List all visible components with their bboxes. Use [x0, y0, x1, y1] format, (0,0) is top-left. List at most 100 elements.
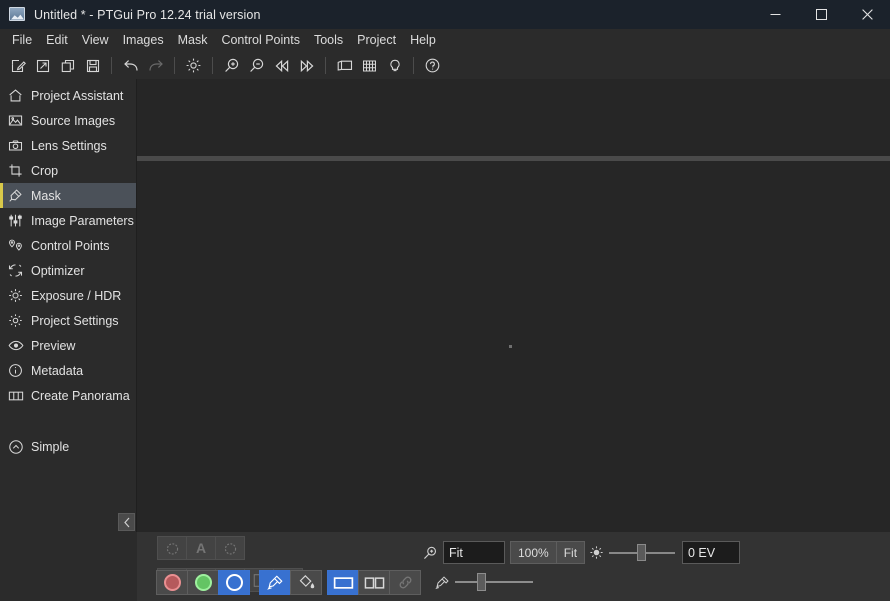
gear-icon: [7, 312, 24, 329]
toolbar-separator: [413, 57, 414, 74]
mask-history-group: A: [157, 536, 245, 560]
brush-size-icon: [433, 573, 451, 591]
bottom-panel: A: [0, 532, 890, 601]
light-bulb-icon[interactable]: [382, 53, 407, 78]
canvas-cursor-dot: [509, 345, 512, 348]
save-icon[interactable]: [80, 53, 105, 78]
white-ring-icon: [226, 574, 243, 591]
settings-gear-icon[interactable]: [181, 53, 206, 78]
panorama-editor-icon[interactable]: [332, 53, 357, 78]
redo-icon[interactable]: [143, 53, 168, 78]
menu-tools[interactable]: Tools: [307, 30, 350, 51]
mask-green-button[interactable]: [187, 570, 219, 595]
mask-none-button[interactable]: [218, 570, 250, 595]
zoom-controls: 100% Fit: [420, 541, 585, 564]
menu-edit[interactable]: Edit: [39, 30, 75, 51]
mask-tools-panel: A: [137, 532, 890, 601]
title-bar: Untitled * - PTGui Pro 12.24 trial versi…: [0, 0, 890, 29]
menu-mask[interactable]: Mask: [171, 30, 215, 51]
help-icon[interactable]: [420, 53, 445, 78]
zoom-input[interactable]: [443, 541, 505, 564]
brush-size-control: [433, 571, 533, 593]
sidebar-item-metadata[interactable]: Metadata: [0, 358, 137, 383]
menu-file[interactable]: File: [5, 30, 39, 51]
fill-tool-button[interactable]: [290, 570, 322, 595]
auto-button[interactable]: A: [186, 536, 216, 560]
panorama-icon: [7, 387, 24, 404]
next-image-icon[interactable]: [294, 53, 319, 78]
sidebar-item-mode-simple[interactable]: Simple: [0, 434, 137, 459]
open-project-icon[interactable]: [30, 53, 55, 78]
sidebar-item-project-settings[interactable]: Project Settings: [0, 308, 137, 333]
single-view-button[interactable]: [327, 570, 359, 595]
sidebar-item-control-points[interactable]: Control Points: [0, 233, 137, 258]
menu-control-points[interactable]: Control Points: [214, 30, 307, 51]
collapse-sidebar-icon[interactable]: [118, 513, 135, 531]
mask-canvas[interactable]: [137, 161, 890, 532]
eye-icon: [7, 337, 24, 354]
info-icon: [7, 362, 24, 379]
sidebar-item-exposure-hdr[interactable]: Exposure / HDR: [0, 283, 137, 308]
sidebar-item-preview[interactable]: Preview: [0, 333, 137, 358]
minimize-button[interactable]: [752, 0, 798, 29]
canvas-top-pane[interactable]: [137, 79, 890, 156]
brush-size-thumb[interactable]: [477, 573, 486, 591]
close-button[interactable]: [844, 0, 890, 29]
camera-icon: [7, 137, 24, 154]
menu-images[interactable]: Images: [116, 30, 171, 51]
sidebar-label: Source Images: [31, 114, 115, 128]
sidebar-label: Mask: [31, 189, 61, 203]
mask-red-button[interactable]: [156, 570, 188, 595]
undo-icon[interactable]: [118, 53, 143, 78]
exposure-slider[interactable]: [609, 543, 675, 563]
window-title: Untitled * - PTGui Pro 12.24 trial versi…: [34, 8, 261, 22]
sidebar-label: Project Assistant: [31, 89, 123, 103]
home-icon: [7, 87, 24, 104]
brush-size-slider[interactable]: [455, 571, 533, 593]
sidebar-label: Lens Settings: [31, 139, 107, 153]
sidebar-item-crop[interactable]: Crop: [0, 158, 137, 183]
brush-tool-button[interactable]: [259, 570, 291, 595]
app-image-icon: [9, 7, 25, 23]
grid-icon[interactable]: [357, 53, 382, 78]
ptgui-main-window: Untitled * - PTGui Pro 12.24 trial versi…: [0, 0, 890, 601]
rotate-counterclockwise-button[interactable]: [157, 536, 187, 560]
sidebar-label: Project Settings: [31, 314, 119, 328]
menu-help[interactable]: Help: [403, 30, 443, 51]
menu-project[interactable]: Project: [350, 30, 403, 51]
toolbar-separator: [212, 57, 213, 74]
red-circle-icon: [164, 574, 181, 591]
save-as-icon[interactable]: [55, 53, 80, 78]
new-project-icon[interactable]: [5, 53, 30, 78]
sidebar-label: Exposure / HDR: [31, 289, 121, 303]
zoom-in-icon[interactable]: [219, 53, 244, 78]
sidebar-label: Optimizer: [31, 264, 84, 278]
maximize-button[interactable]: [798, 0, 844, 29]
sidebar-item-image-parameters[interactable]: Image Parameters: [0, 208, 137, 233]
refresh-icon: [7, 262, 24, 279]
link-views-button[interactable]: [389, 570, 421, 595]
sidebar-label: Create Panorama: [31, 389, 130, 403]
exposure-slider-thumb[interactable]: [637, 544, 646, 561]
sidebar-item-optimizer[interactable]: Optimizer: [0, 258, 137, 283]
previous-image-icon[interactable]: [269, 53, 294, 78]
exposure-value-input[interactable]: [682, 541, 740, 564]
zoom-preset-group: 100% Fit: [511, 541, 585, 564]
sidebar-spacer: [0, 408, 137, 434]
window-controls: [752, 0, 890, 29]
sidebar-item-lens-settings[interactable]: Lens Settings: [0, 133, 137, 158]
sidebar-item-create-panorama[interactable]: Create Panorama: [0, 383, 137, 408]
zoom-out-icon[interactable]: [244, 53, 269, 78]
mask-brush-icon: [7, 187, 24, 204]
zoom-100-button[interactable]: 100%: [510, 541, 557, 564]
sidebar-item-mask[interactable]: Mask: [0, 183, 137, 208]
sidebar-label: Image Parameters: [31, 214, 134, 228]
zoom-fit-button[interactable]: Fit: [556, 541, 585, 564]
sidebar-item-source-images[interactable]: Source Images: [0, 108, 137, 133]
rotate-clockwise-button[interactable]: [215, 536, 245, 560]
brightness-icon: [587, 544, 605, 562]
menu-view[interactable]: View: [75, 30, 116, 51]
exposure-controls: [587, 541, 740, 564]
sidebar-item-project-assistant[interactable]: Project Assistant: [0, 83, 137, 108]
split-view-button[interactable]: [358, 570, 390, 595]
